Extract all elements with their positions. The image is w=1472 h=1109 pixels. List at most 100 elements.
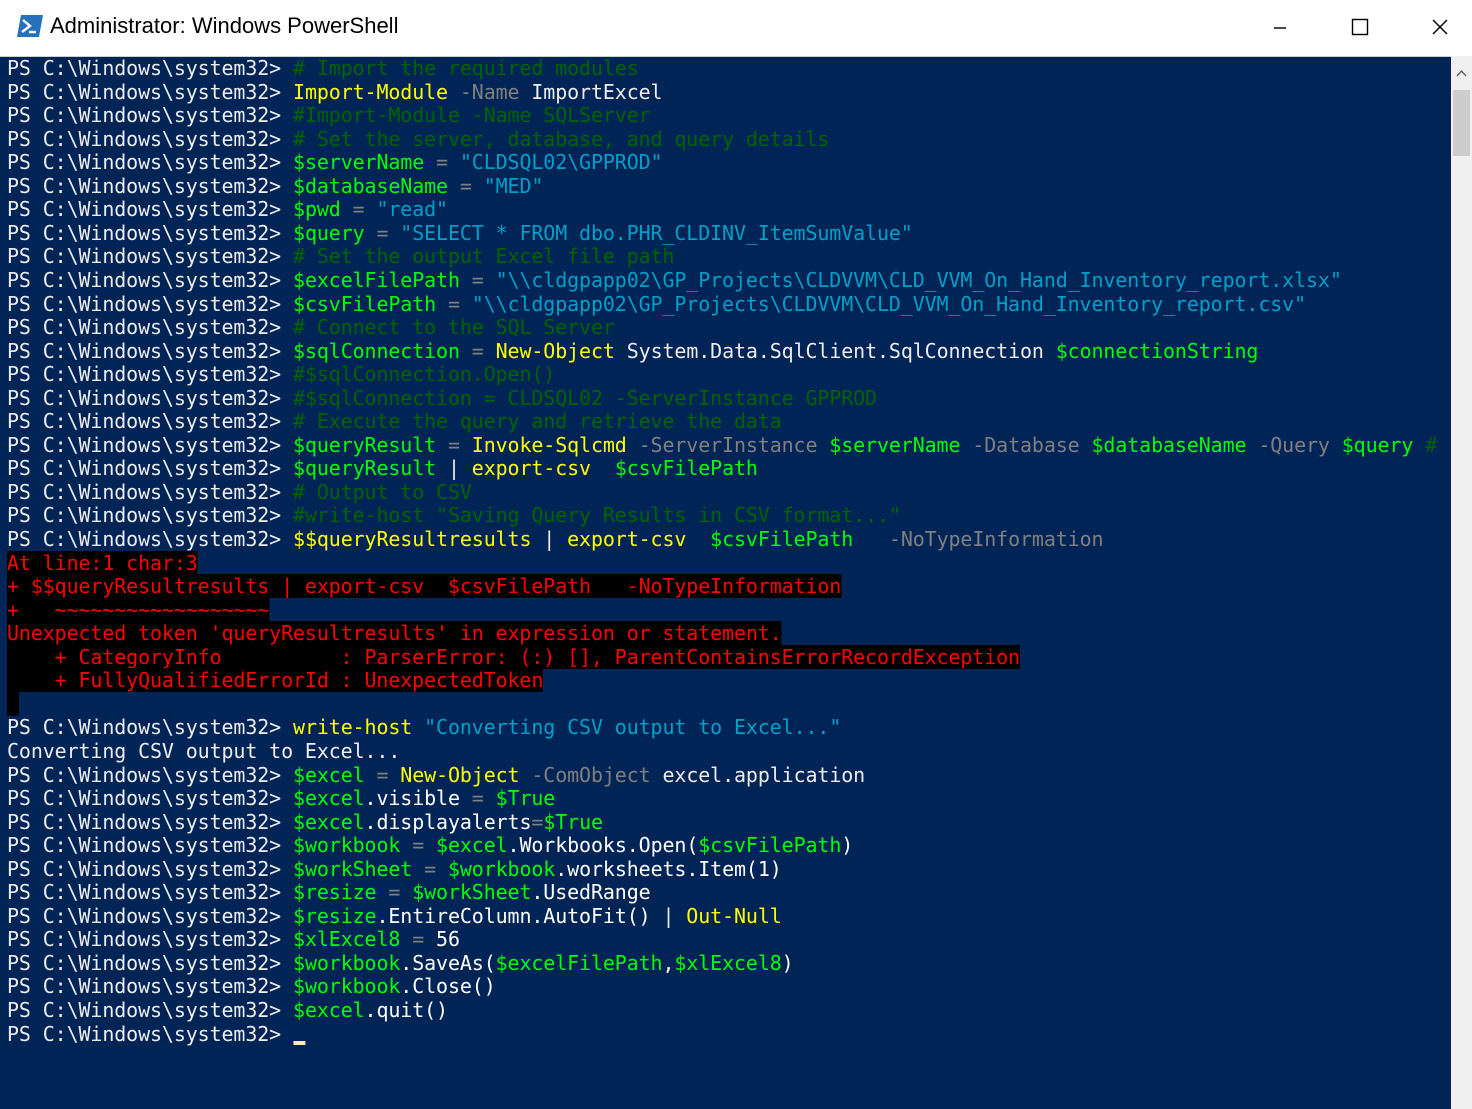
console-token: PS C:\Windows\system32> <box>7 197 294 222</box>
console-token: # <box>1413 432 1438 457</box>
console-token: = <box>459 786 496 811</box>
console-token <box>591 456 615 480</box>
close-icon <box>1432 19 1448 35</box>
error-text: At line:1 char:3 <box>7 550 198 575</box>
console-token: PS C:\Windows\system32> <box>7 1021 294 1046</box>
console-token: | <box>531 527 568 551</box>
console-token: .SaveAs( <box>400 950 496 975</box>
console-token: PS C:\Windows\system32> <box>7 479 294 504</box>
console-line: PS C:\Windows\system32> # Import the req… <box>7 56 639 80</box>
console-line: PS C:\Windows\system32> $queryResult | e… <box>7 456 758 480</box>
console-token: ) <box>841 833 854 858</box>
console-token: "MED" <box>483 173 544 198</box>
console-line: PS C:\Windows\system32> $csvFilePath = "… <box>7 292 1306 316</box>
close-button[interactable] <box>1400 0 1472 56</box>
console-token: , <box>662 950 675 975</box>
console-token: PS C:\Windows\system32> <box>7 833 294 858</box>
console-token: $resize <box>293 903 377 928</box>
error-text <box>7 691 19 716</box>
console-line: PS C:\Windows\system32> $excel.quit() <box>7 998 448 1022</box>
console-token: -Database <box>960 432 1092 457</box>
console-token: Out-Null <box>686 903 782 928</box>
console-line: Unexpected token 'queryResultresults' in… <box>7 621 782 646</box>
error-text: + $$queryResultresults | export-csv $csv… <box>7 574 842 599</box>
console-token: # Import the required modules <box>293 56 639 80</box>
error-text: + ~~~~~~~~~~~~~~~~~~ <box>7 597 270 622</box>
console-token: -ComObject <box>519 762 651 787</box>
console-token: # Connect to the SQL Server <box>293 315 615 340</box>
console-token: PS C:\Windows\system32> <box>7 362 294 387</box>
console-token: PS C:\Windows\system32> <box>7 786 294 811</box>
console-token: PS C:\Windows\system32> <box>7 998 294 1022</box>
console-line: PS C:\Windows\system32> $workbook.Close(… <box>7 974 496 998</box>
console-token: $True <box>495 786 556 811</box>
console-line: PS C:\Windows\system32> $queryResult = I… <box>7 433 1437 457</box>
console-line: PS C:\Windows\system32> write-host "Conv… <box>7 715 841 739</box>
scroll-up-button[interactable] <box>1451 56 1472 90</box>
error-text: Unexpected token 'queryResultresults' in… <box>7 621 782 646</box>
console-line: + $$queryResultresults | export-csv $csv… <box>7 574 842 599</box>
console-token: # Set the output Excel file path <box>293 244 675 269</box>
console-token: PS C:\Windows\system32> <box>7 56 294 80</box>
console-token: -NoTypeInformation <box>853 527 1104 551</box>
console-token: PS C:\Windows\system32> <box>7 409 294 434</box>
console-token: PS C:\Windows\system32> <box>7 385 294 410</box>
console-token: = <box>400 927 437 952</box>
console-token: | <box>436 456 472 481</box>
console-token: Converting CSV output to Excel... <box>7 738 401 763</box>
console-token: PS C:\Windows\system32> <box>7 220 294 245</box>
console-token: $excel <box>293 998 365 1022</box>
maximize-button[interactable] <box>1320 0 1400 56</box>
console-output[interactable]: PS C:\Windows\system32> # Import the req… <box>7 56 1451 1109</box>
console-line: PS C:\Windows\system32> $excel = New-Obj… <box>7 763 865 787</box>
console-token: PS C:\Windows\system32> <box>7 503 294 528</box>
console-token: $csvFilePath <box>710 527 854 551</box>
console-token: $resize <box>293 880 377 905</box>
console-token: $xlExcel8 <box>293 927 401 952</box>
console-token: $True <box>543 809 603 834</box>
console-token: $workSheet <box>293 856 413 881</box>
console-token: $workbook <box>447 856 556 881</box>
console-token: = <box>340 197 377 222</box>
console-token: .Workbooks.Open( <box>507 833 699 858</box>
vertical-scrollbar[interactable] <box>1451 56 1472 1109</box>
console-line: PS C:\Windows\system32> # Connect to the… <box>7 315 615 339</box>
error-text: + FullyQualifiedErrorId : UnexpectedToke… <box>7 668 544 693</box>
scroll-thumb[interactable] <box>1453 90 1470 156</box>
console-token: = <box>447 173 484 198</box>
console-token: write-host <box>293 715 413 740</box>
console-token: $queryResult <box>293 432 437 457</box>
console-token: PS C:\Windows\system32> <box>7 291 294 316</box>
console-token: #Import-Module -Name SQLServer <box>293 103 651 128</box>
minimize-button[interactable] <box>1240 0 1320 56</box>
console-token: "\\cldgpapp02\GP_Projects\CLDVVM\CLD_VVM… <box>471 291 1306 316</box>
console-line: PS C:\Windows\system32> $databaseName = … <box>7 174 543 198</box>
console-token: PS C:\Windows\system32> <box>7 456 294 481</box>
console-token: export-csv <box>471 456 591 481</box>
console-token: #write-host "Saving Query Results in CSV… <box>293 503 901 528</box>
console-token: System.Data.SqlClient.SqlConnection <box>614 338 1056 363</box>
console-token: PS C:\Windows\system32> <box>7 974 294 999</box>
console-line: PS C:\Windows\system32> $excelFilePath =… <box>7 268 1342 292</box>
console-token: PS C:\Windows\system32> <box>7 315 294 340</box>
console-line: PS C:\Windows\system32> $resize.EntireCo… <box>7 904 782 928</box>
console-token: PS C:\Windows\system32> <box>7 527 294 551</box>
console-token <box>686 527 710 551</box>
console-token: $query <box>1341 432 1414 457</box>
console-line: PS C:\Windows\system32> $serverName = "C… <box>7 150 663 175</box>
console-token: PS C:\Windows\system32> <box>7 150 294 175</box>
powershell-window: Administrator: Windows PowerShell PS C:\… <box>0 0 1472 1109</box>
console-token: excel.application <box>650 762 866 787</box>
console-token: ) <box>781 950 794 975</box>
console-line: PS C:\Windows\system32> #write-host "Sav… <box>7 503 901 527</box>
title-bar[interactable]: Administrator: Windows PowerShell <box>0 0 1472 57</box>
console-token: "\\cldgpapp02\GP_Projects\CLDVVM\CLD_VVM… <box>495 267 1342 292</box>
console-token: #$sqlConnection = CLDSQL02 -ServerInstan… <box>293 385 877 410</box>
console-token: $excelFilePath <box>495 950 663 975</box>
console-token: $excel <box>293 786 365 811</box>
console-token: .EntireColumn.AutoFit() <box>376 903 651 928</box>
console-line: PS C:\Windows\system32> Import-Module -N… <box>7 80 663 104</box>
console-token: $query <box>293 220 365 245</box>
text-cursor <box>293 1040 305 1045</box>
console-line: PS C:\Windows\system32> $xlExcel8 = 56 <box>7 927 460 951</box>
